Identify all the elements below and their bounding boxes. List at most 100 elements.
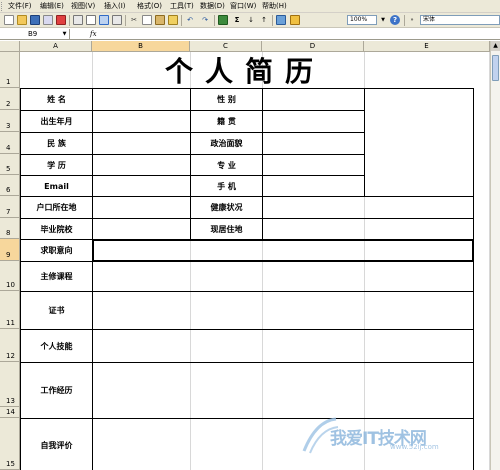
insert-function-icon[interactable]: fx <box>90 29 97 39</box>
research-icon[interactable] <box>112 15 122 25</box>
menu-bar: 文件(F) 编辑(E) 视图(V) 插入(I) 格式(O) 工具(T) 数据(D… <box>0 0 500 13</box>
worksheet[interactable]: 个人简历 姓 名 性 别 出生年月 籍 贯 民 族 政治面貌 学 历 专 业 E… <box>20 52 490 470</box>
font-name-select[interactable]: 宋体 <box>420 15 500 25</box>
site-watermark: 我爱IT技术网 www.52ij.com <box>300 415 475 455</box>
input-education-cell[interactable] <box>92 154 191 176</box>
formula-bar: B9 ▼ fx <box>0 29 500 40</box>
row-number: 6 <box>6 186 11 194</box>
print-preview-icon[interactable] <box>86 15 96 25</box>
new-document-icon[interactable] <box>4 15 14 25</box>
label-email: Email <box>20 175 93 197</box>
input-political-cell[interactable] <box>262 132 365 155</box>
row-header[interactable]: 15 <box>0 418 20 470</box>
menu-view[interactable]: 视图(V) <box>71 2 95 11</box>
input-gender-cell[interactable] <box>262 88 365 111</box>
column-header-a[interactable]: A <box>20 41 92 52</box>
toolbar-separator <box>125 15 126 26</box>
input-email-cell[interactable] <box>92 175 191 197</box>
column-header-e[interactable]: E <box>364 41 490 52</box>
row-header[interactable]: 2 <box>0 88 20 110</box>
vertical-scrollbar[interactable]: ▲ <box>490 41 500 470</box>
chevron-down-icon[interactable]: ▼ <box>61 30 68 38</box>
input-native-place-cell[interactable] <box>262 110 365 133</box>
save-icon[interactable] <box>30 15 40 25</box>
menu-edit[interactable]: 编辑(E) <box>40 2 64 11</box>
input-health-cell[interactable] <box>262 196 474 219</box>
print-icon[interactable] <box>73 15 83 25</box>
input-hukou-cell[interactable] <box>92 196 191 219</box>
resume-title: 个人简历 <box>164 55 325 88</box>
input-name-cell[interactable] <box>92 88 191 111</box>
name-box[interactable]: B9 ▼ <box>0 29 70 39</box>
label-education: 学 历 <box>20 154 93 176</box>
row-header[interactable]: 11 <box>0 291 20 329</box>
row-header[interactable]: 7 <box>0 196 20 218</box>
row-header[interactable]: 14 <box>0 407 20 418</box>
row-number: 14 <box>6 408 15 416</box>
label-major: 专 业 <box>190 154 263 176</box>
label-self-evaluation: 自我评价 <box>20 418 93 470</box>
open-folder-icon[interactable] <box>17 15 27 25</box>
chart-wizard-icon[interactable] <box>276 15 286 25</box>
input-skills-cell[interactable] <box>92 329 474 363</box>
sort-ascending-icon[interactable]: ↓ <box>246 15 256 25</box>
row-header[interactable]: 10 <box>0 261 20 291</box>
row-header[interactable]: 6 <box>0 175 20 196</box>
menu-window[interactable]: 窗口(W) <box>230 2 256 11</box>
input-work-experience-cell[interactable] <box>92 362 474 419</box>
menu-data[interactable]: 数据(D) <box>200 2 225 11</box>
row-header[interactable]: 1 <box>0 52 20 88</box>
menu-format[interactable]: 格式(O) <box>137 2 162 11</box>
autosum-icon[interactable]: Σ <box>232 15 242 25</box>
hyperlink-icon[interactable] <box>218 15 228 25</box>
photo-box[interactable] <box>364 88 474 197</box>
drawing-icon[interactable] <box>290 15 300 25</box>
row-number: 10 <box>6 281 15 289</box>
row-header[interactable]: 9 <box>0 239 20 261</box>
row-number: 5 <box>6 165 11 173</box>
redo-icon[interactable]: ↷ <box>200 15 210 25</box>
copy-icon[interactable] <box>142 15 152 25</box>
chevron-down-icon[interactable]: ▼ <box>378 15 388 25</box>
permission-icon[interactable] <box>43 15 53 25</box>
toolbar-separator <box>69 15 70 26</box>
input-courses-cell[interactable] <box>92 261 474 292</box>
row-header[interactable]: 13 <box>0 362 20 407</box>
menu-file[interactable]: 文件(F) <box>8 2 32 11</box>
toolbar-separator <box>181 15 182 26</box>
menu-help[interactable]: 帮助(H) <box>262 2 287 11</box>
row-header[interactable]: 3 <box>0 110 20 132</box>
menu-insert[interactable]: 插入(I) <box>104 2 126 11</box>
row-header[interactable]: 4 <box>0 132 20 154</box>
input-phone-cell[interactable] <box>262 175 365 197</box>
input-ethnic-cell[interactable] <box>92 132 191 155</box>
select-all-corner[interactable] <box>0 41 20 52</box>
input-birth-cell[interactable] <box>92 110 191 133</box>
row-number: 8 <box>6 229 11 237</box>
format-painter-icon[interactable] <box>168 15 178 25</box>
row-header[interactable]: 12 <box>0 329 20 362</box>
toolbar-options-icon[interactable]: » <box>407 15 417 25</box>
menu-tools[interactable]: 工具(T) <box>170 2 194 11</box>
row-header[interactable]: 5 <box>0 154 20 175</box>
input-school-cell[interactable] <box>92 218 191 240</box>
label-hukou: 户口所在地 <box>20 196 93 219</box>
email-icon[interactable] <box>56 15 66 25</box>
sort-descending-icon[interactable]: ↑ <box>259 15 269 25</box>
row-number: 4 <box>6 144 11 152</box>
input-residence-cell[interactable] <box>262 218 474 240</box>
input-certificates-cell[interactable] <box>92 291 474 330</box>
paste-icon[interactable] <box>155 15 165 25</box>
label-residence: 现居住地 <box>190 218 263 240</box>
zoom-select[interactable]: 100% <box>347 15 377 25</box>
toolbar-grip[interactable] <box>1 2 4 11</box>
help-icon[interactable]: ? <box>390 15 400 25</box>
spelling-icon[interactable] <box>99 15 109 25</box>
scroll-thumb[interactable] <box>492 55 499 81</box>
input-major-cell[interactable] <box>262 154 365 176</box>
row-number: 11 <box>6 319 15 327</box>
undo-icon[interactable]: ↶ <box>185 15 195 25</box>
cut-icon[interactable]: ✂ <box>129 15 139 25</box>
scroll-up-arrow-icon[interactable]: ▲ <box>491 41 500 51</box>
row-header[interactable]: 8 <box>0 218 20 239</box>
